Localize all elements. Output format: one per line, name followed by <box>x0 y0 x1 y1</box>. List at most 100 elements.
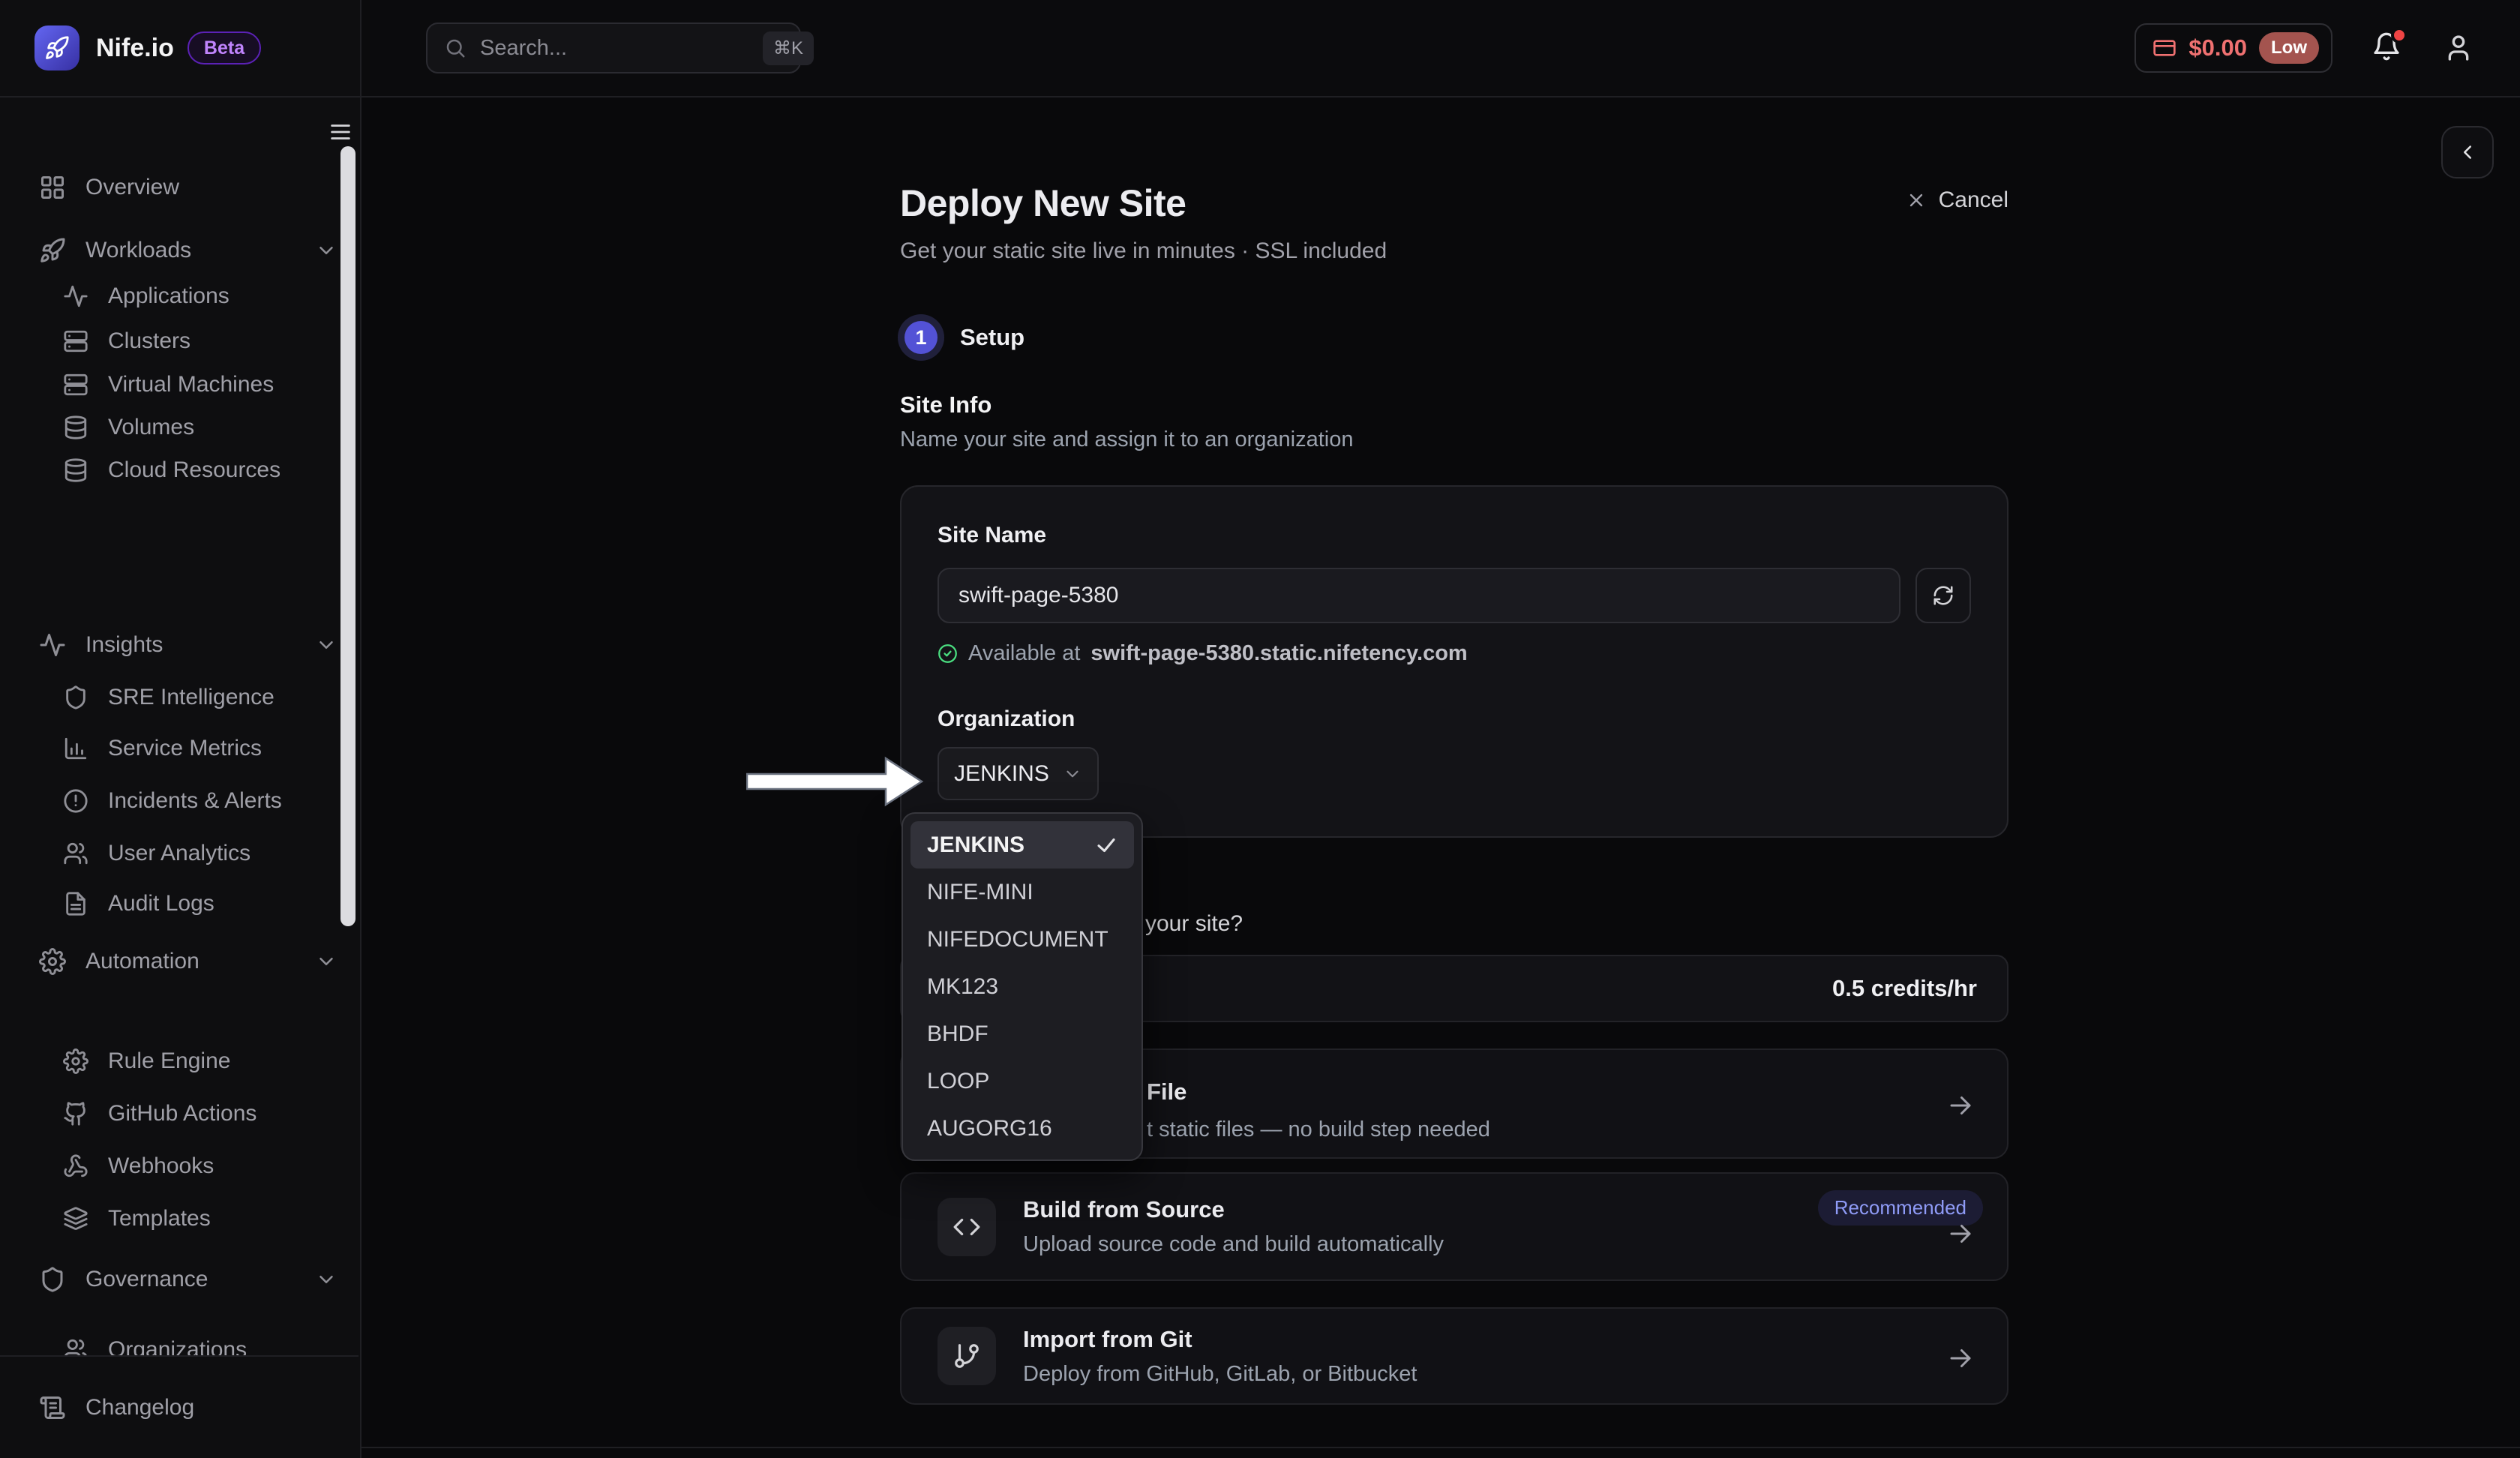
sidebar-item-label: GitHub Actions <box>108 1101 256 1126</box>
sidebar-item-label: Rule Engine <box>108 1048 230 1074</box>
sidebar-item-label: Applications <box>108 284 230 309</box>
arrow-right-icon <box>1947 1345 1974 1372</box>
search-box[interactable]: ⌘K <box>426 22 801 74</box>
sidebar-item-label: Changelog <box>86 1395 194 1420</box>
sidebar-item-audit-logs[interactable]: Audit Logs <box>0 883 342 925</box>
dropdown-option-jenkins[interactable]: JENKINS <box>910 821 1134 868</box>
site-name-input[interactable] <box>938 568 1900 623</box>
search-shortcut-badge: ⌘K <box>763 32 814 65</box>
chevron-down-icon <box>315 950 338 973</box>
sidebar-scrollbar[interactable] <box>340 146 356 926</box>
sidebar-item-label: Insights <box>86 632 163 658</box>
arrow-right-icon <box>1947 1220 1974 1247</box>
sidebar-item-label: Volumes <box>108 415 194 440</box>
credits-balance-button[interactable]: $0.00 Low <box>2134 23 2332 73</box>
organization-selected-value: JENKINS <box>954 761 1049 787</box>
sidebar-item-label: Governance <box>86 1267 208 1292</box>
sidebar-item-user-analytics[interactable]: User Analytics <box>0 832 342 874</box>
sidebar-item-workloads[interactable]: Workloads <box>0 230 342 272</box>
sidebar-item-label: Automation <box>86 949 200 974</box>
option-title-fragment: File <box>1147 1078 1186 1106</box>
file-text-icon <box>63 891 88 916</box>
sidebar-item-applications[interactable]: Applications <box>0 275 342 317</box>
dropdown-option-augorg16[interactable]: AUGORG16 <box>910 1105 1134 1152</box>
gear-icon <box>39 948 66 975</box>
regenerate-name-button[interactable] <box>1916 568 1971 623</box>
dropdown-option-mk123[interactable]: MK123 <box>910 963 1134 1010</box>
sidebar-item-sre-intelligence[interactable]: SRE Intelligence <box>0 676 342 718</box>
activity-icon <box>63 284 88 309</box>
sidebar-item-service-metrics[interactable]: Service Metrics <box>0 728 342 770</box>
sidebar-item-label: User Analytics <box>108 841 250 866</box>
sidebar-item-virtual-machines[interactable]: Virtual Machines <box>0 364 342 406</box>
dropdown-option-nife-mini[interactable]: NIFE-MINI <box>910 868 1134 916</box>
rocket-icon <box>39 237 66 264</box>
server-icon <box>63 328 88 354</box>
user-menu-button[interactable] <box>2444 33 2474 63</box>
sidebar-item-label: Templates <box>108 1206 211 1232</box>
sidebar-item-webhooks[interactable]: Webhooks <box>0 1145 342 1187</box>
users-icon <box>63 841 88 866</box>
check-circle-icon <box>938 644 958 664</box>
option-title: Build from Source <box>1023 1196 1444 1223</box>
cancel-button[interactable]: Cancel <box>1906 188 2008 213</box>
sidebar-item-github-actions[interactable]: GitHub Actions <box>0 1093 342 1135</box>
deploy-option-build-from-source[interactable]: Build from Source Upload source code and… <box>900 1172 2008 1281</box>
organization-select[interactable]: JENKINS <box>938 747 1099 800</box>
check-icon <box>1095 834 1118 856</box>
sidebar-item-label: Clusters <box>108 328 190 354</box>
code-icon <box>938 1198 996 1256</box>
sidebar-item-overview[interactable]: Overview <box>0 166 342 208</box>
page-title: Deploy New Site <box>900 182 2008 225</box>
option-subtitle: Upload source code and build automatical… <box>1023 1232 1444 1257</box>
sidebar-item-templates[interactable]: Templates <box>0 1198 342 1240</box>
availability-domain: swift-page-5380.static.nifetency.com <box>1090 641 1467 666</box>
availability-prefix: Available at <box>968 641 1080 666</box>
sidebar-item-automation[interactable]: Automation <box>0 940 342 982</box>
availability-status: Available at swift-page-5380.static.nife… <box>938 641 1971 666</box>
layers-icon <box>63 1206 88 1232</box>
section-subtitle: Name your site and assign it to an organ… <box>900 428 2008 452</box>
activity-icon <box>39 632 66 658</box>
sidebar-item-label: Workloads <box>86 238 191 263</box>
sidebar-item-volumes[interactable]: Volumes <box>0 406 342 448</box>
alert-circle-icon <box>63 788 88 814</box>
dropdown-option-nifedocument[interactable]: NIFEDOCUMENT <box>910 916 1134 963</box>
dropdown-option-label: NIFEDOCUMENT <box>927 927 1108 952</box>
sidebar-item-changelog[interactable]: Changelog <box>0 1387 340 1429</box>
search-input[interactable] <box>480 36 763 61</box>
dropdown-option-loop[interactable]: LOOP <box>910 1058 1134 1105</box>
database-icon <box>63 415 88 440</box>
sidebar-collapse-button[interactable] <box>321 112 360 152</box>
deploy-option-import-from-git[interactable]: Import from Git Deploy from GitHub, GitL… <box>900 1307 2008 1405</box>
panel-collapse-button[interactable] <box>2441 126 2494 178</box>
scroll-icon <box>39 1394 66 1421</box>
grid-icon <box>39 174 66 201</box>
sidebar-item-rule-engine[interactable]: Rule Engine <box>0 1040 342 1082</box>
sidebar-item-label: Virtual Machines <box>108 372 274 398</box>
option-title: Import from Git <box>1023 1326 1417 1353</box>
sidebar-item-clusters[interactable]: Clusters <box>0 320 342 362</box>
beta-badge: Beta <box>188 32 261 64</box>
credits-amount: $0.00 <box>2188 34 2247 62</box>
sidebar-item-incidents-alerts[interactable]: Incidents & Alerts <box>0 780 342 822</box>
chevron-down-icon <box>1063 764 1082 784</box>
sidebar-item-label: Cloud Resources <box>108 458 280 483</box>
chevron-down-icon <box>315 634 338 656</box>
sidebar-item-label: Webhooks <box>108 1154 214 1179</box>
notifications-button[interactable] <box>2372 32 2404 64</box>
organization-dropdown-menu: JENKINS NIFE-MINI NIFEDOCUMENT MK123 BHD… <box>902 812 1143 1161</box>
site-name-label: Site Name <box>938 523 1971 548</box>
dropdown-option-bhdf[interactable]: BHDF <box>910 1010 1134 1058</box>
sidebar-item-cloud-resources[interactable]: Cloud Resources <box>0 449 342 491</box>
sidebar-item-governance[interactable]: Governance <box>0 1258 342 1300</box>
sidebar-item-insights[interactable]: Insights <box>0 624 342 666</box>
page-subtitle: Get your static site live in minutes · S… <box>900 238 2008 264</box>
dropdown-option-label: JENKINS <box>927 832 1024 858</box>
chevron-left-icon <box>2456 141 2479 164</box>
brand[interactable]: Nife.io Beta <box>0 0 360 98</box>
section-title: Site Info <box>900 392 2008 418</box>
bar-chart-icon <box>63 736 88 761</box>
server-icon <box>63 372 88 398</box>
close-icon <box>1906 190 1927 211</box>
